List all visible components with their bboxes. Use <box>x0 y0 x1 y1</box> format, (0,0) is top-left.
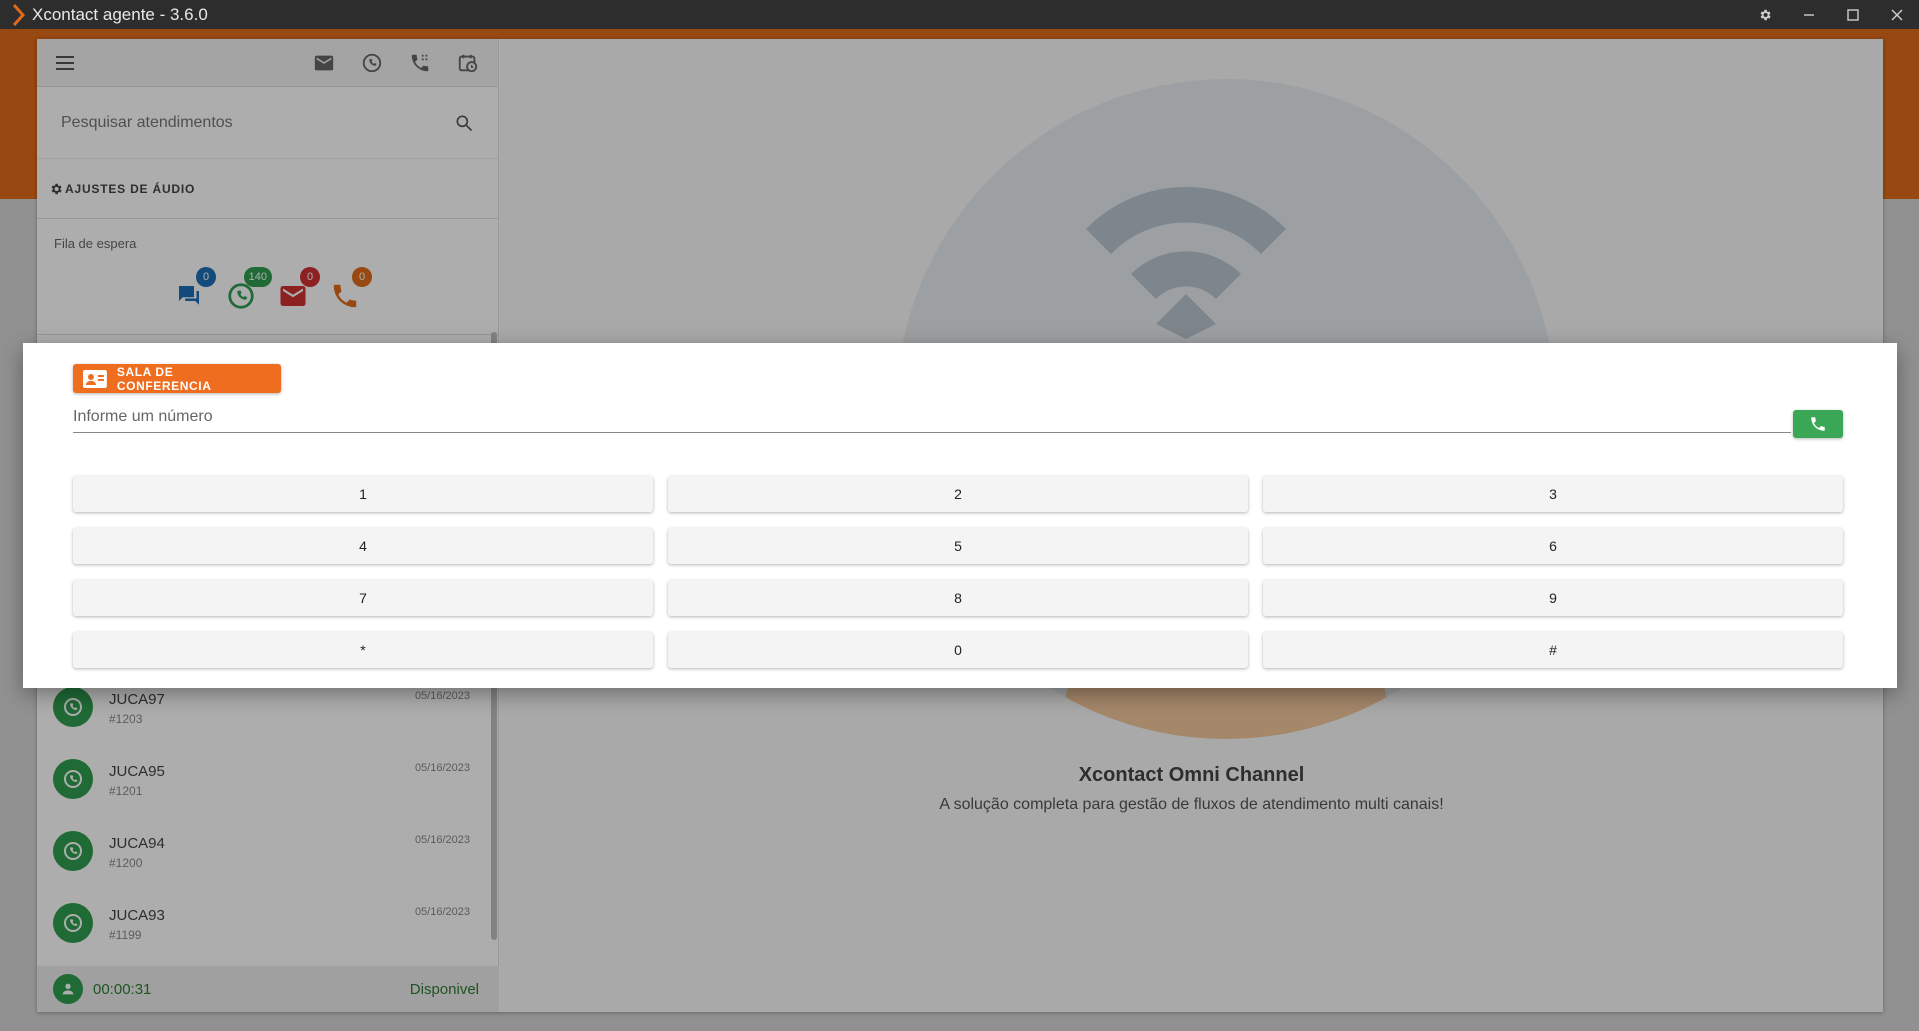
title-bar: Xcontact agente - 3.6.0 <box>0 0 1919 29</box>
contact-card-icon <box>83 369 107 388</box>
keypad-key-0[interactable]: 0 <box>668 632 1248 668</box>
keypad-key-6[interactable]: 6 <box>1263 528 1843 564</box>
conference-room-button[interactable]: SALA DE CONFERENCIA <box>73 364 281 393</box>
close-button[interactable] <box>1875 0 1919 29</box>
keypad-key-hash[interactable]: # <box>1263 632 1843 668</box>
keypad-key-7[interactable]: 7 <box>73 580 653 616</box>
minimize-button[interactable] <box>1787 0 1831 29</box>
keypad-key-1[interactable]: 1 <box>73 476 653 512</box>
keypad-key-star[interactable]: * <box>73 632 653 668</box>
conference-dialog: SALA DE CONFERENCIA 1 2 3 4 5 6 7 8 9 * … <box>23 343 1897 688</box>
window-title: Xcontact agente - 3.6.0 <box>32 4 208 24</box>
keypad-key-5[interactable]: 5 <box>668 528 1248 564</box>
maximize-button[interactable] <box>1831 0 1875 29</box>
phone-icon <box>1811 417 1825 431</box>
keypad-key-3[interactable]: 3 <box>1263 476 1843 512</box>
phone-number-field[interactable] <box>73 395 1791 433</box>
settings-icon[interactable] <box>1743 0 1787 29</box>
dial-keypad: 1 2 3 4 5 6 7 8 9 * 0 # <box>73 476 1844 668</box>
keypad-key-8[interactable]: 8 <box>668 580 1248 616</box>
conference-room-label: SALA DE CONFERENCIA <box>116 364 212 393</box>
keypad-key-2[interactable]: 2 <box>668 476 1248 512</box>
call-button[interactable] <box>1793 410 1843 438</box>
phone-number-input[interactable] <box>73 395 1791 431</box>
keypad-key-4[interactable]: 4 <box>73 528 653 564</box>
app-logo-icon <box>12 3 26 26</box>
keypad-key-9[interactable]: 9 <box>1263 580 1843 616</box>
